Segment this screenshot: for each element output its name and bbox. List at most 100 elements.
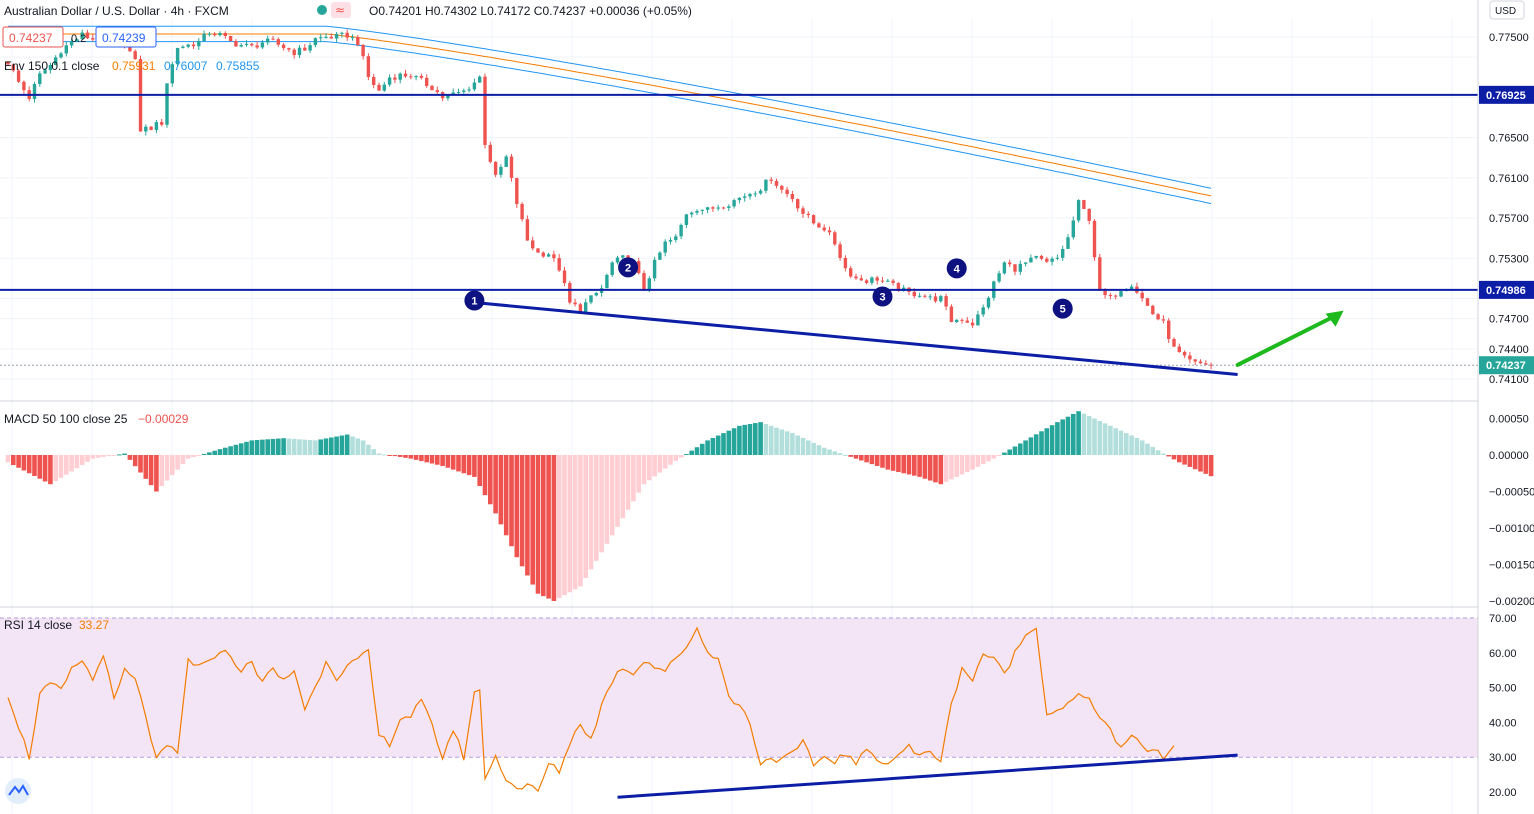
badge-last-price: 0.74237 xyxy=(1486,360,1526,372)
macd-bar xyxy=(1102,423,1108,455)
candle-body xyxy=(334,33,339,39)
macd-value: −0.00029 xyxy=(138,412,189,426)
candle-body xyxy=(674,236,678,240)
macd-bar xyxy=(509,455,514,547)
candle-body xyxy=(324,36,328,38)
macd-bar xyxy=(223,447,228,455)
candle-body xyxy=(1177,346,1181,352)
candle-body xyxy=(743,196,747,198)
price-tick-label: 20.00 xyxy=(1489,787,1517,799)
candle-body xyxy=(875,277,879,281)
candle-body xyxy=(419,75,424,78)
macd-bar xyxy=(281,438,286,455)
rsi-oversold-overbought-band xyxy=(0,618,1478,758)
macd-bar xyxy=(445,455,451,468)
envelope-label[interactable]: Env 150 0.1 close xyxy=(4,59,100,73)
symbol-title[interactable]: Australian Dollar / U.S. Dollar · 4h · F… xyxy=(4,4,229,18)
macd-bar xyxy=(768,425,774,455)
macd-bar xyxy=(16,455,21,468)
macd-bar xyxy=(1108,425,1113,455)
macd-bar xyxy=(917,455,922,477)
macd-bar xyxy=(1002,452,1007,455)
candle-body xyxy=(1119,291,1123,297)
macd-bar xyxy=(954,455,959,477)
macd-bar xyxy=(1007,449,1012,455)
candle-body xyxy=(801,208,805,214)
macd-bar xyxy=(662,455,668,469)
candle-body xyxy=(223,33,227,37)
macd-bar xyxy=(1039,431,1044,455)
macd-bar xyxy=(1118,430,1124,455)
candle-body xyxy=(833,232,837,245)
macd-bar xyxy=(811,442,816,455)
price-tick-label: 0.74400 xyxy=(1489,344,1529,356)
candle-body xyxy=(690,212,694,215)
candle-body xyxy=(684,214,689,225)
candle-body xyxy=(933,296,938,302)
candle-body xyxy=(281,44,286,49)
macd-bar xyxy=(1049,425,1055,455)
candle-body xyxy=(1108,295,1113,297)
ohlc-readout: O0.74201 H0.74302 L0.74172 C0.74237 +0.0… xyxy=(369,4,692,18)
macd-bar xyxy=(1150,446,1156,455)
macd-bar xyxy=(159,455,164,487)
candle-body xyxy=(85,32,90,39)
price-tick-label: −0.00200 xyxy=(1489,596,1534,608)
macd-bar xyxy=(880,455,885,468)
candle-body xyxy=(345,32,349,38)
candle-body xyxy=(520,203,524,220)
price-tick-label: 0.76100 xyxy=(1489,173,1529,185)
wave-label-number: 2 xyxy=(625,262,631,274)
spread-value: 0.2 xyxy=(71,33,86,45)
macd-bar xyxy=(95,455,101,458)
rsi-label[interactable]: RSI 14 close xyxy=(4,618,72,632)
candle-body xyxy=(727,206,731,208)
macd-bar xyxy=(980,455,986,465)
macd-bar xyxy=(291,438,297,455)
macd-bar xyxy=(111,455,117,456)
macd-bar xyxy=(461,455,467,474)
candle-body xyxy=(970,322,975,326)
eye-icon[interactable] xyxy=(317,5,327,15)
candle-body xyxy=(621,255,625,258)
ask-price[interactable]: 0.74239 xyxy=(102,31,146,45)
price-tick-label: 60.00 xyxy=(1489,648,1517,660)
macd-bar xyxy=(154,455,159,492)
macd-bar xyxy=(1092,418,1097,455)
macd-bar xyxy=(493,455,498,514)
chart-canvas[interactable]: 1 2 3 4 5 0.77500 0.76500 0.76100 0.75700 0.7530… xyxy=(0,0,1534,814)
macd-bar xyxy=(885,455,891,470)
candle-body xyxy=(536,248,540,253)
macd-bar xyxy=(1023,440,1028,455)
candle-body xyxy=(557,258,561,271)
currency-label[interactable]: USD xyxy=(1495,6,1516,17)
candle-body xyxy=(409,76,413,78)
macd-bar xyxy=(689,450,694,455)
macd-bar xyxy=(986,455,991,462)
macd-bar xyxy=(652,455,657,477)
bid-price[interactable]: 0.74237 xyxy=(9,31,53,45)
candle-body xyxy=(1204,363,1208,365)
macd-bar xyxy=(344,434,350,455)
macd-bar xyxy=(1171,455,1177,460)
macd-bar xyxy=(1012,446,1018,455)
macd-bar xyxy=(599,455,604,553)
candle-body xyxy=(758,190,763,194)
macd-bar xyxy=(1139,440,1145,455)
macd-bar xyxy=(551,455,557,601)
candle-body xyxy=(1188,355,1192,360)
candle-body xyxy=(917,295,922,297)
candle-body xyxy=(149,126,153,130)
candle-body xyxy=(22,81,26,91)
candle-body xyxy=(748,194,752,197)
macd-bar xyxy=(106,455,111,457)
macd-bar xyxy=(514,455,520,558)
candle-body xyxy=(255,45,259,48)
macd-bar xyxy=(79,455,85,466)
candle-body xyxy=(297,47,302,56)
macd-bar xyxy=(482,455,488,496)
candle-body xyxy=(912,291,916,297)
candle-body xyxy=(287,48,291,50)
macd-bar xyxy=(48,455,53,485)
macd-label[interactable]: MACD 50 100 close 25 xyxy=(4,412,128,426)
